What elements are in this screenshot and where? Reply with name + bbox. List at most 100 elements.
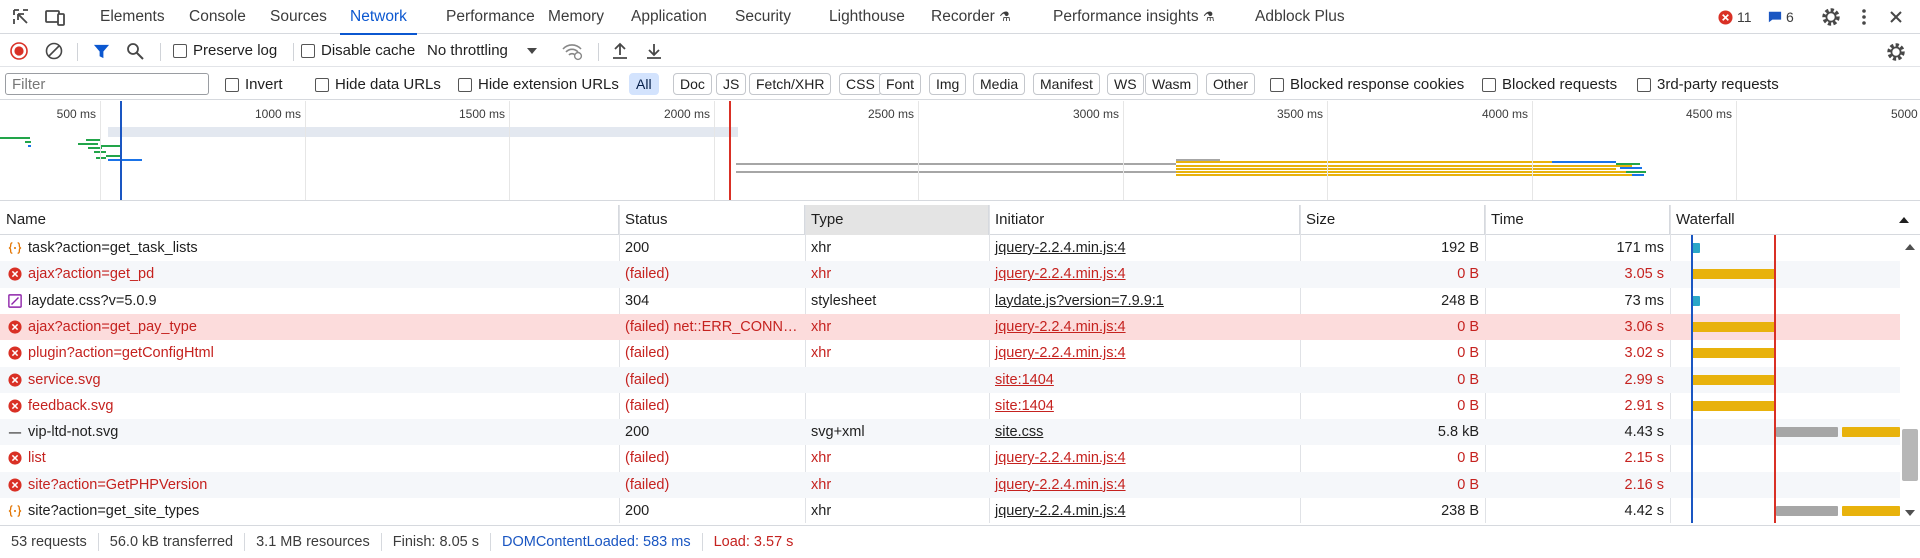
table-row[interactable]: feedback.svg (failed) site:1404 0 B 2.91 s: [0, 393, 1900, 419]
filter-input[interactable]: [5, 73, 209, 95]
column-size[interactable]: Size: [1300, 205, 1485, 235]
request-initiator-link[interactable]: laydate.js?version=7.9.9:1: [989, 288, 1300, 314]
table-row[interactable]: ajax?action=get_pd (failed) xhr jquery-2.2.…: [0, 261, 1900, 288]
request-name[interactable]: ajax?action=get_pay_type: [0, 314, 619, 340]
device-toolbar-icon[interactable]: [44, 6, 66, 28]
tab-security[interactable]: Security: [735, 0, 791, 34]
column-name[interactable]: Name: [0, 205, 619, 235]
request-initiator-link[interactable]: site:1404: [989, 393, 1300, 419]
blocked-response-cookies-checkbox[interactable]: Blocked response cookies: [1270, 76, 1464, 93]
scroll-down-icon[interactable]: [1904, 509, 1916, 517]
request-initiator-link[interactable]: jquery-2.2.4.min.js:4: [989, 498, 1300, 523]
request-name[interactable]: vip-ltd-not.svg: [0, 419, 619, 445]
filter-icon[interactable]: [93, 43, 110, 60]
hide-data-urls-checkbox[interactable]: Hide data URLs: [315, 76, 441, 93]
type-filter-css[interactable]: CSS: [839, 73, 882, 95]
more-options-icon[interactable]: [1853, 6, 1875, 28]
error-icon: [8, 478, 22, 492]
type-filter-doc[interactable]: Doc: [673, 73, 712, 95]
tab-adblock-plus[interactable]: Adblock Plus: [1255, 0, 1345, 34]
tab-lighthouse[interactable]: Lighthouse: [829, 0, 905, 34]
request-name[interactable]: site?action=GetPHPVersion: [0, 472, 619, 498]
table-row[interactable]: ajax?action=get_pay_type (failed) net::ER…: [0, 313, 1900, 341]
table-row[interactable]: site?action=get_site_types 200 xhr jquery-2…: [0, 498, 1900, 523]
tab-performance[interactable]: Performance: [446, 0, 535, 34]
invert-checkbox[interactable]: Invert: [225, 76, 283, 93]
third-party-requests-checkbox[interactable]: 3rd-party requests: [1637, 76, 1779, 93]
type-filter-wasm[interactable]: Wasm: [1145, 73, 1199, 95]
request-initiator-link[interactable]: jquery-2.2.4.min.js:4: [989, 445, 1300, 471]
preserve-log-checkbox[interactable]: Preserve log: [173, 42, 277, 59]
gear-icon[interactable]: [1820, 6, 1842, 28]
request-name[interactable]: laydate.css?v=5.0.9: [0, 288, 619, 314]
tab-network[interactable]: Network: [340, 0, 417, 35]
disable-cache-checkbox[interactable]: Disable cache: [301, 42, 415, 59]
column-type[interactable]: Type: [805, 205, 989, 235]
network-settings-icon[interactable]: [1885, 41, 1907, 63]
tab-performance-insights[interactable]: Performance insights ⚗: [1053, 0, 1215, 34]
tab-console[interactable]: Console: [189, 0, 246, 34]
table-row[interactable]: plugin?action=getConfigHtml (failed) xhr jq…: [0, 340, 1900, 366]
request-initiator-link[interactable]: jquery-2.2.4.min.js:4: [989, 235, 1300, 261]
request-name[interactable]: plugin?action=getConfigHtml: [0, 340, 619, 366]
table-row[interactable]: laydate.css?v=5.0.9 304 stylesheet laydate.…: [0, 288, 1900, 314]
table-row[interactable]: task?action=get_task_lists 200 xhr jquery-2…: [0, 235, 1900, 261]
overview-tick-label: 4500 ms: [1685, 107, 1732, 121]
request-name[interactable]: feedback.svg: [0, 393, 619, 419]
export-har-icon[interactable]: [644, 41, 664, 61]
request-name[interactable]: service.svg: [0, 367, 619, 393]
type-filter-ws[interactable]: WS: [1107, 73, 1144, 95]
column-time[interactable]: Time: [1485, 205, 1670, 235]
request-initiator-link[interactable]: jquery-2.2.4.min.js:4: [989, 314, 1300, 340]
record-stop-icon[interactable]: [10, 42, 28, 60]
hide-extension-urls-checkbox[interactable]: Hide extension URLs: [458, 76, 619, 93]
type-filter-img[interactable]: Img: [929, 73, 967, 95]
request-name[interactable]: site?action=get_site_types: [0, 498, 619, 523]
close-icon[interactable]: [1885, 6, 1907, 28]
tab-recorder[interactable]: Recorder ⚗: [931, 0, 1011, 34]
inspect-element-icon[interactable]: [10, 6, 32, 28]
request-initiator-link[interactable]: site:1404: [989, 367, 1300, 393]
column-status[interactable]: Status: [619, 205, 805, 235]
request-name[interactable]: ajax?action=get_pd: [0, 261, 619, 287]
type-filter-media[interactable]: Media: [973, 73, 1026, 95]
tab-memory[interactable]: Memory: [548, 0, 604, 34]
request-initiator-link[interactable]: jquery-2.2.4.min.js:4: [989, 340, 1300, 366]
table-row[interactable]: vip-ltd-not.svg 200 svg+xml site.css 5.8 kB 4…: [0, 419, 1900, 446]
blocked-requests-checkbox[interactable]: Blocked requests: [1482, 76, 1617, 93]
table-row[interactable]: list (failed) xhr jquery-2.2.4.min.js:4 0 B 2…: [0, 445, 1900, 471]
network-conditions-icon[interactable]: [561, 41, 583, 61]
error-icon: [8, 267, 22, 281]
request-name[interactable]: task?action=get_task_lists: [0, 235, 619, 261]
search-icon[interactable]: [126, 42, 144, 60]
import-har-icon[interactable]: [610, 41, 630, 61]
request-initiator-link[interactable]: jquery-2.2.4.min.js:4: [989, 261, 1300, 287]
type-filter-manifest[interactable]: Manifest: [1033, 73, 1100, 95]
tab-application[interactable]: Application: [631, 0, 707, 34]
column-initiator[interactable]: Initiator: [989, 205, 1300, 235]
network-overview-timeline[interactable]: 500 ms 1000 ms 1500 ms 2000 ms 2500 ms 3000 m…: [0, 101, 1920, 201]
tab-sources[interactable]: Sources: [270, 0, 327, 34]
scroll-up-icon[interactable]: [1904, 243, 1916, 251]
request-initiator-link[interactable]: site.css: [989, 419, 1300, 445]
type-filter-fetch-xhr[interactable]: Fetch/XHR: [749, 73, 832, 95]
throttling-select[interactable]: No throttling: [427, 42, 538, 59]
errors-badge[interactable]: 11: [1718, 9, 1752, 25]
clear-icon[interactable]: [45, 42, 63, 60]
request-name-text: ajax?action=get_pay_type: [28, 318, 197, 335]
waterfall-bar: [1842, 427, 1900, 438]
table-row[interactable]: service.svg (failed) site:1404 0 B 2.99 s: [0, 366, 1900, 393]
vertical-scrollbar[interactable]: [1900, 235, 1920, 523]
waterfall-bar: [1692, 269, 1776, 280]
table-row[interactable]: site?action=GetPHPVersion (failed) xhr jque…: [0, 471, 1900, 498]
messages-badge[interactable]: 6: [1768, 9, 1794, 25]
request-name[interactable]: list: [0, 445, 619, 471]
type-filter-font[interactable]: Font: [879, 73, 922, 95]
request-initiator-link[interactable]: jquery-2.2.4.min.js:4: [989, 472, 1300, 498]
tab-elements[interactable]: Elements: [100, 0, 165, 34]
type-filter-js[interactable]: JS: [716, 73, 747, 95]
type-filter-other[interactable]: Other: [1206, 73, 1256, 95]
column-waterfall[interactable]: Waterfall: [1670, 205, 1920, 235]
scrollbar-thumb[interactable]: [1902, 429, 1918, 481]
type-filter-all[interactable]: All: [629, 73, 659, 95]
